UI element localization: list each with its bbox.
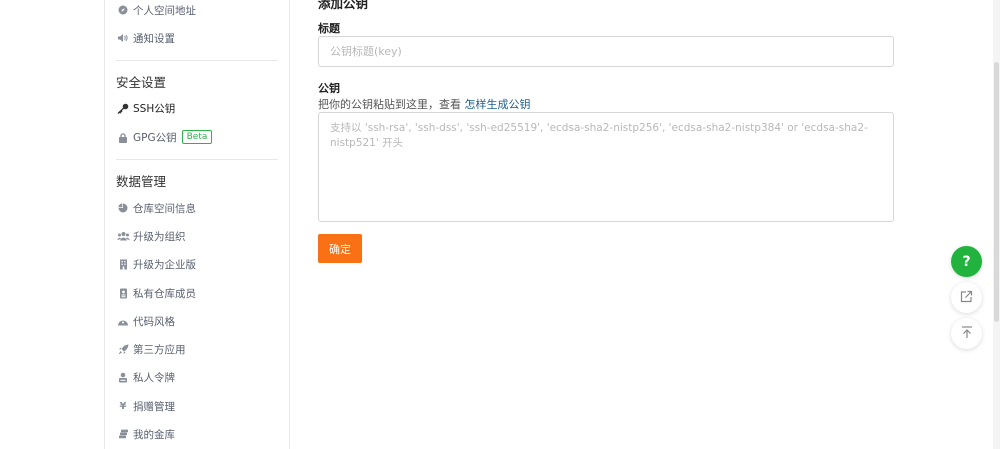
coins-icon	[116, 429, 130, 439]
sidebar-item-code-style[interactable]: 代码风格	[116, 312, 175, 330]
token-icon	[116, 372, 130, 383]
id-card-icon	[116, 288, 130, 299]
sidebar-item-label: 仓库空间信息	[133, 202, 196, 215]
rocket-icon	[116, 344, 130, 355]
sidebar-item-private-members[interactable]: 私有仓库成员	[116, 284, 196, 302]
sidebar-item-ssh-keys[interactable]: SSH公钥	[116, 99, 175, 117]
palette-icon	[116, 317, 130, 326]
sidebar-divider	[116, 159, 278, 160]
security-section-title: 安全设置	[116, 75, 167, 90]
pie-chart-icon	[116, 203, 130, 213]
sidebar-item-label: 捐赠管理	[133, 400, 175, 413]
page-title: 添加公钥	[318, 0, 369, 11]
sidebar-item-label: 我的金库	[133, 428, 175, 441]
compass-icon	[116, 5, 130, 15]
sidebar-divider	[116, 60, 278, 61]
sidebar-item-label: GPG公钥	[133, 131, 177, 144]
sidebar-item-label: 个人空间地址	[133, 4, 196, 17]
key-title-input[interactable]	[318, 36, 894, 67]
back-to-top-button[interactable]	[951, 318, 982, 349]
arrow-up-icon	[961, 325, 973, 342]
sidebar-item-vault[interactable]: 我的金库	[116, 425, 175, 443]
how-to-generate-key-link[interactable]: 怎样生成公钥	[465, 98, 531, 111]
sidebar-item-label: 私有仓库成员	[133, 287, 196, 300]
building-icon	[116, 259, 130, 270]
help-button[interactable]: ?	[951, 246, 982, 277]
sidebar-item-label: 私人令牌	[133, 371, 175, 384]
sidebar-item-private-tokens[interactable]: 私人令牌	[116, 368, 175, 386]
settings-sidebar: 个人空间地址 通知设置 安全设置 SSH公钥 GPG公钥 Beta 数据管理 仓…	[104, 0, 290, 449]
help-icon: ?	[962, 253, 971, 270]
sidebar-item-notifications[interactable]: 通知设置	[116, 29, 175, 47]
key-field-label: 公钥	[318, 82, 340, 95]
key-icon	[116, 103, 130, 114]
sidebar-item-repo-space[interactable]: 仓库空间信息	[116, 199, 196, 217]
add-key-form: 添加公钥 标题 公钥 把你的公钥粘贴到这里，查看 怎样生成公钥 确定	[290, 0, 1000, 449]
users-icon	[116, 231, 130, 241]
confirm-button[interactable]: 确定	[318, 234, 362, 263]
key-hint-text: 把你的公钥粘贴到这里，查看	[318, 98, 461, 111]
sidebar-item-label: SSH公钥	[133, 102, 176, 115]
share-icon	[960, 290, 973, 306]
sidebar-item-label: 升级为组织	[133, 230, 186, 243]
beta-badge: Beta	[181, 130, 213, 144]
sidebar-item-label: 升级为企业版	[133, 258, 196, 271]
public-key-textarea[interactable]	[318, 112, 894, 222]
lock-icon	[116, 132, 130, 143]
sidebar-item-upgrade-enterprise[interactable]: 升级为企业版	[116, 255, 196, 273]
yen-icon: ¥	[119, 400, 127, 412]
share-button[interactable]	[951, 282, 982, 313]
sidebar-item-gpg-keys[interactable]: GPG公钥 Beta	[116, 128, 213, 146]
data-section-title: 数据管理	[116, 174, 167, 189]
volume-icon	[116, 33, 130, 43]
page-background-left	[0, 0, 104, 449]
sidebar-item-space-address[interactable]: 个人空间地址	[116, 1, 196, 19]
sidebar-item-label: 代码风格	[133, 315, 175, 328]
title-field-label: 标题	[318, 22, 340, 35]
sidebar-item-label: 第三方应用	[133, 343, 186, 356]
sidebar-item-label: 通知设置	[133, 32, 175, 45]
key-hint: 把你的公钥粘贴到这里，查看 怎样生成公钥	[318, 96, 531, 112]
sidebar-item-third-party-apps[interactable]: 第三方应用	[116, 340, 186, 358]
sidebar-item-upgrade-org[interactable]: 升级为组织	[116, 227, 186, 245]
scrollbar-thumb[interactable]	[994, 62, 999, 322]
sidebar-item-donation[interactable]: ¥ 捐赠管理	[116, 397, 175, 415]
